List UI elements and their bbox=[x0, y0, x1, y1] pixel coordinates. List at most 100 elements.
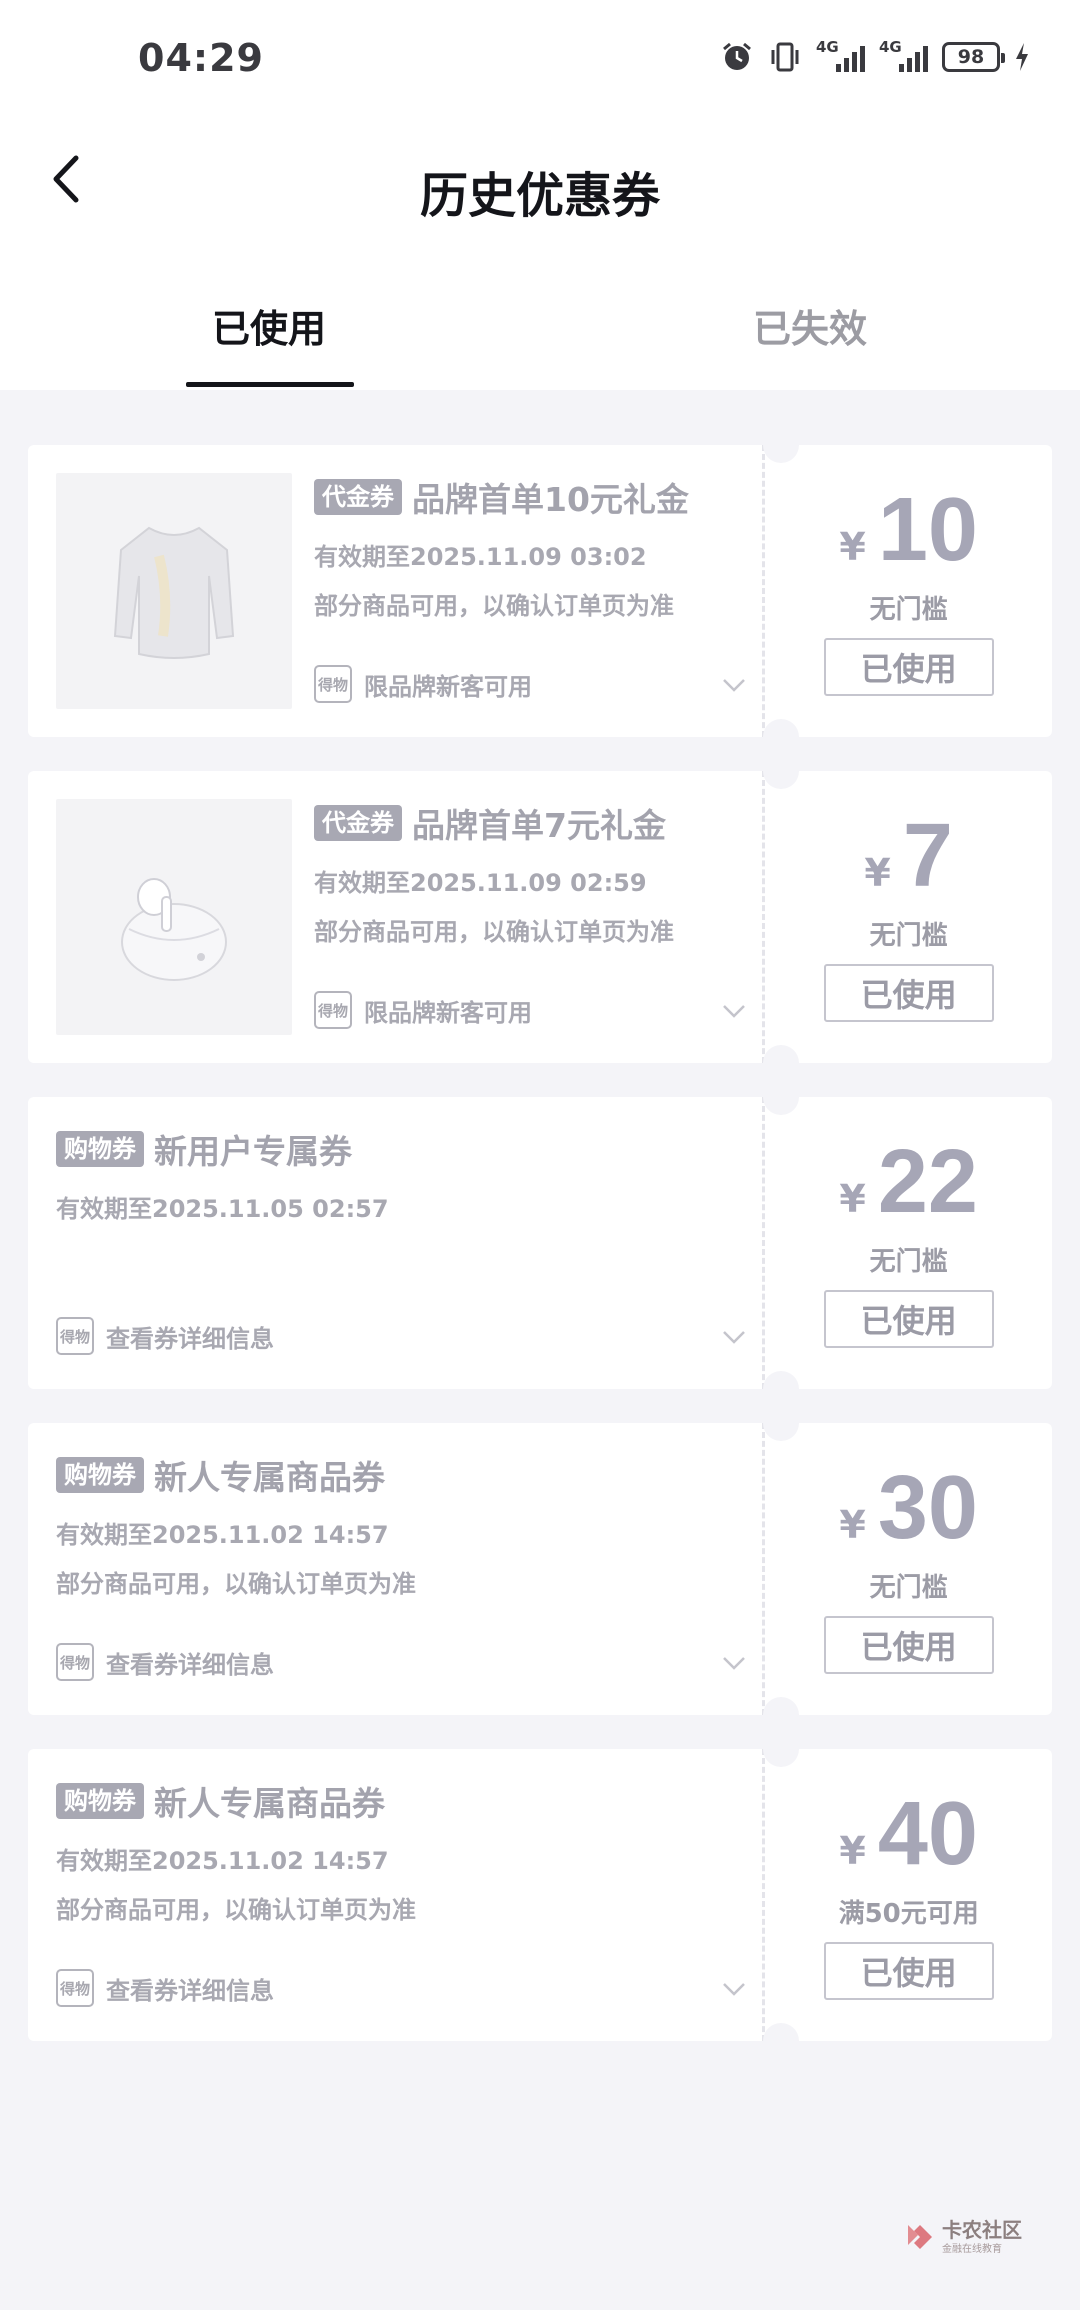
coupon-detail-row[interactable]: 得物 查看券详细信息 bbox=[56, 1317, 762, 1355]
coupon-detail-link[interactable]: 查看券详细信息 bbox=[106, 1319, 274, 1354]
brand-logo-icon: 得物 bbox=[56, 1643, 94, 1681]
brand-logo-icon: 得物 bbox=[314, 665, 352, 703]
coupon-title: 品牌首单7元礼金 bbox=[412, 806, 666, 845]
coupon-detail-row[interactable]: 得物 限品牌新客可用 bbox=[314, 665, 762, 703]
watermark-sub: 金融在线教育 bbox=[942, 2244, 1002, 2255]
sweatshirt-icon bbox=[113, 526, 235, 659]
coupon-value-panel: ¥ 40 满50元可用 已使用 bbox=[762, 1749, 1052, 2041]
coupon-value-panel: ¥ 7 无门槛 已使用 bbox=[762, 771, 1052, 1063]
chevron-down-icon[interactable] bbox=[720, 1975, 748, 2003]
signal-icon: 4G bbox=[816, 38, 865, 72]
coupon-info: 购物券 新用户专属券 有效期至2025.11.05 02:57 得物 查看券详细… bbox=[56, 1125, 762, 1389]
ticket-notch bbox=[763, 1045, 799, 1081]
ticket-notch bbox=[763, 1731, 799, 1767]
watermark-name: 卡农社区 bbox=[942, 2218, 1022, 2242]
coupon-detail-row[interactable]: 得物 限品牌新客可用 bbox=[314, 991, 762, 1029]
network-type-2: 4G bbox=[879, 38, 902, 56]
coupon-title: 新人专属商品券 bbox=[154, 1458, 385, 1497]
ticket-notch bbox=[763, 719, 799, 755]
battery-level: 98 bbox=[957, 46, 985, 68]
status-time: 04:29 bbox=[138, 36, 264, 80]
coupon-info: 代金券 品牌首单10元礼金 有效期至2025.11.09 03:02 部分商品可… bbox=[314, 473, 762, 737]
amount-value: 30 bbox=[877, 1458, 978, 1558]
page-title: 历史优惠券 bbox=[419, 168, 660, 224]
coupon-value-panel: ¥ 22 无门槛 已使用 bbox=[762, 1097, 1052, 1389]
coupon-condition: 无门槛 bbox=[869, 1573, 948, 1603]
amount-value: 40 bbox=[877, 1784, 978, 1884]
earbuds-icon bbox=[121, 878, 227, 981]
coupon-amount: ¥ 10 bbox=[765, 485, 1052, 575]
coupon-amount: ¥ 22 bbox=[765, 1137, 1052, 1227]
ticket-notch bbox=[763, 2023, 799, 2059]
coupon-note: 部分商品可用，以确认订单页为准 bbox=[56, 1570, 416, 1598]
currency-symbol: ¥ bbox=[839, 1503, 866, 1547]
brand-logo-icon: 得物 bbox=[314, 991, 352, 1029]
coupon-main: 代金券 品牌首单7元礼金 有效期至2025.11.09 02:59 部分商品可用… bbox=[28, 771, 763, 1063]
amount-value: 10 bbox=[877, 480, 978, 580]
coupon-detail-link[interactable]: 查看券详细信息 bbox=[106, 1645, 274, 1680]
coupon-type-tag: 购物券 bbox=[56, 1783, 144, 1819]
coupon-condition: 无门槛 bbox=[869, 595, 948, 625]
used-status-button: 已使用 bbox=[823, 964, 994, 1022]
active-tab-indicator bbox=[186, 382, 354, 387]
coupon-card[interactable]: 购物券 新人专属商品券 有效期至2025.11.02 14:57 部分商品可用，… bbox=[28, 1731, 1052, 2059]
chevron-down-icon[interactable] bbox=[720, 1649, 748, 1677]
coupon-info: 购物券 新人专属商品券 有效期至2025.11.02 14:57 部分商品可用，… bbox=[56, 1451, 762, 1715]
coupon-list: 代金券 品牌首单10元礼金 有效期至2025.11.09 03:02 部分商品可… bbox=[0, 390, 1080, 2059]
currency-symbol: ¥ bbox=[839, 1829, 866, 1873]
currency-symbol: ¥ bbox=[864, 851, 891, 895]
used-status-button: 已使用 bbox=[823, 638, 994, 696]
amount-value: 7 bbox=[902, 806, 953, 906]
coupon-title: 新用户专属券 bbox=[154, 1132, 352, 1171]
tab-used[interactable]: 已使用 bbox=[119, 298, 419, 353]
coupon-card[interactable]: 购物券 新用户专属券 有效期至2025.11.05 02:57 得物 查看券详细… bbox=[28, 1079, 1052, 1407]
watermark-logo-icon bbox=[908, 2224, 932, 2249]
coupon-detail-row[interactable]: 得物 查看券详细信息 bbox=[56, 1969, 762, 2007]
used-status-button: 已使用 bbox=[823, 1616, 994, 1674]
coupon-card[interactable]: 代金券 品牌首单10元礼金 有效期至2025.11.09 03:02 部分商品可… bbox=[28, 427, 1052, 755]
coupon-detail-row[interactable]: 得物 查看券详细信息 bbox=[56, 1643, 762, 1681]
signal-icon: 4G bbox=[879, 38, 928, 72]
ticket-notch bbox=[763, 1079, 799, 1115]
battery-icon: 98 bbox=[942, 42, 1005, 72]
coupon-main: 购物券 新用户专属券 有效期至2025.11.05 02:57 得物 查看券详细… bbox=[28, 1097, 763, 1389]
coupon-main: 购物券 新人专属商品券 有效期至2025.11.02 14:57 部分商品可用，… bbox=[28, 1423, 763, 1715]
amount-value: 22 bbox=[877, 1132, 978, 1232]
coupon-validity: 有效期至2025.11.02 14:57 bbox=[56, 1521, 389, 1549]
chevron-down-icon[interactable] bbox=[720, 1323, 748, 1351]
coupon-validity: 有效期至2025.11.09 03:02 bbox=[314, 543, 647, 571]
used-status-button: 已使用 bbox=[823, 1942, 994, 2000]
coupon-main: 购物券 新人专属商品券 有效期至2025.11.02 14:57 部分商品可用，… bbox=[28, 1749, 763, 2041]
coupon-condition: 无门槛 bbox=[869, 921, 948, 951]
coupon-card[interactable]: 代金券 品牌首单7元礼金 有效期至2025.11.09 02:59 部分商品可用… bbox=[28, 753, 1052, 1081]
coupon-type-tag: 购物券 bbox=[56, 1131, 144, 1167]
ticket-notch bbox=[763, 427, 799, 463]
coupon-type-tag: 购物券 bbox=[56, 1457, 144, 1493]
coupon-main: 代金券 品牌首单10元礼金 有效期至2025.11.09 03:02 部分商品可… bbox=[28, 445, 763, 737]
tab-bar: 已使用 已失效 bbox=[0, 240, 1080, 390]
coupon-title: 新人专属商品券 bbox=[154, 1784, 385, 1823]
vibrate-icon bbox=[771, 42, 799, 72]
coupon-info: 代金券 品牌首单7元礼金 有效期至2025.11.09 02:59 部分商品可用… bbox=[314, 799, 762, 1063]
chevron-down-icon[interactable] bbox=[720, 997, 748, 1025]
product-thumbnail bbox=[56, 473, 292, 709]
coupon-card[interactable]: 购物券 新人专属商品券 有效期至2025.11.02 14:57 部分商品可用，… bbox=[28, 1405, 1052, 1733]
coupon-condition: 无门槛 bbox=[869, 1247, 948, 1277]
coupon-type-tag: 代金券 bbox=[314, 479, 402, 515]
coupon-note: 部分商品可用，以确认订单页为准 bbox=[56, 1896, 416, 1924]
used-status-button: 已使用 bbox=[823, 1290, 994, 1348]
watermark: 卡农社区 金融在线教育 bbox=[902, 2220, 1022, 2255]
currency-symbol: ¥ bbox=[839, 1177, 866, 1221]
alarm-icon bbox=[723, 42, 751, 70]
coupon-validity: 有效期至2025.11.09 02:59 bbox=[314, 869, 647, 897]
chevron-down-icon[interactable] bbox=[720, 671, 748, 699]
coupon-validity: 有效期至2025.11.05 02:57 bbox=[56, 1195, 389, 1223]
coupon-info: 购物券 新人专属商品券 有效期至2025.11.02 14:57 部分商品可用，… bbox=[56, 1777, 762, 2041]
network-type-1: 4G bbox=[816, 38, 839, 56]
tab-expired[interactable]: 已失效 bbox=[660, 298, 960, 353]
coupon-value-panel: ¥ 10 无门槛 已使用 bbox=[762, 445, 1052, 737]
coupon-detail-link[interactable]: 查看券详细信息 bbox=[106, 1971, 274, 2006]
coupon-note: 部分商品可用，以确认订单页为准 bbox=[314, 918, 674, 946]
nav-bar: 历史优惠券 bbox=[0, 120, 1080, 240]
ticket-notch bbox=[763, 1697, 799, 1733]
